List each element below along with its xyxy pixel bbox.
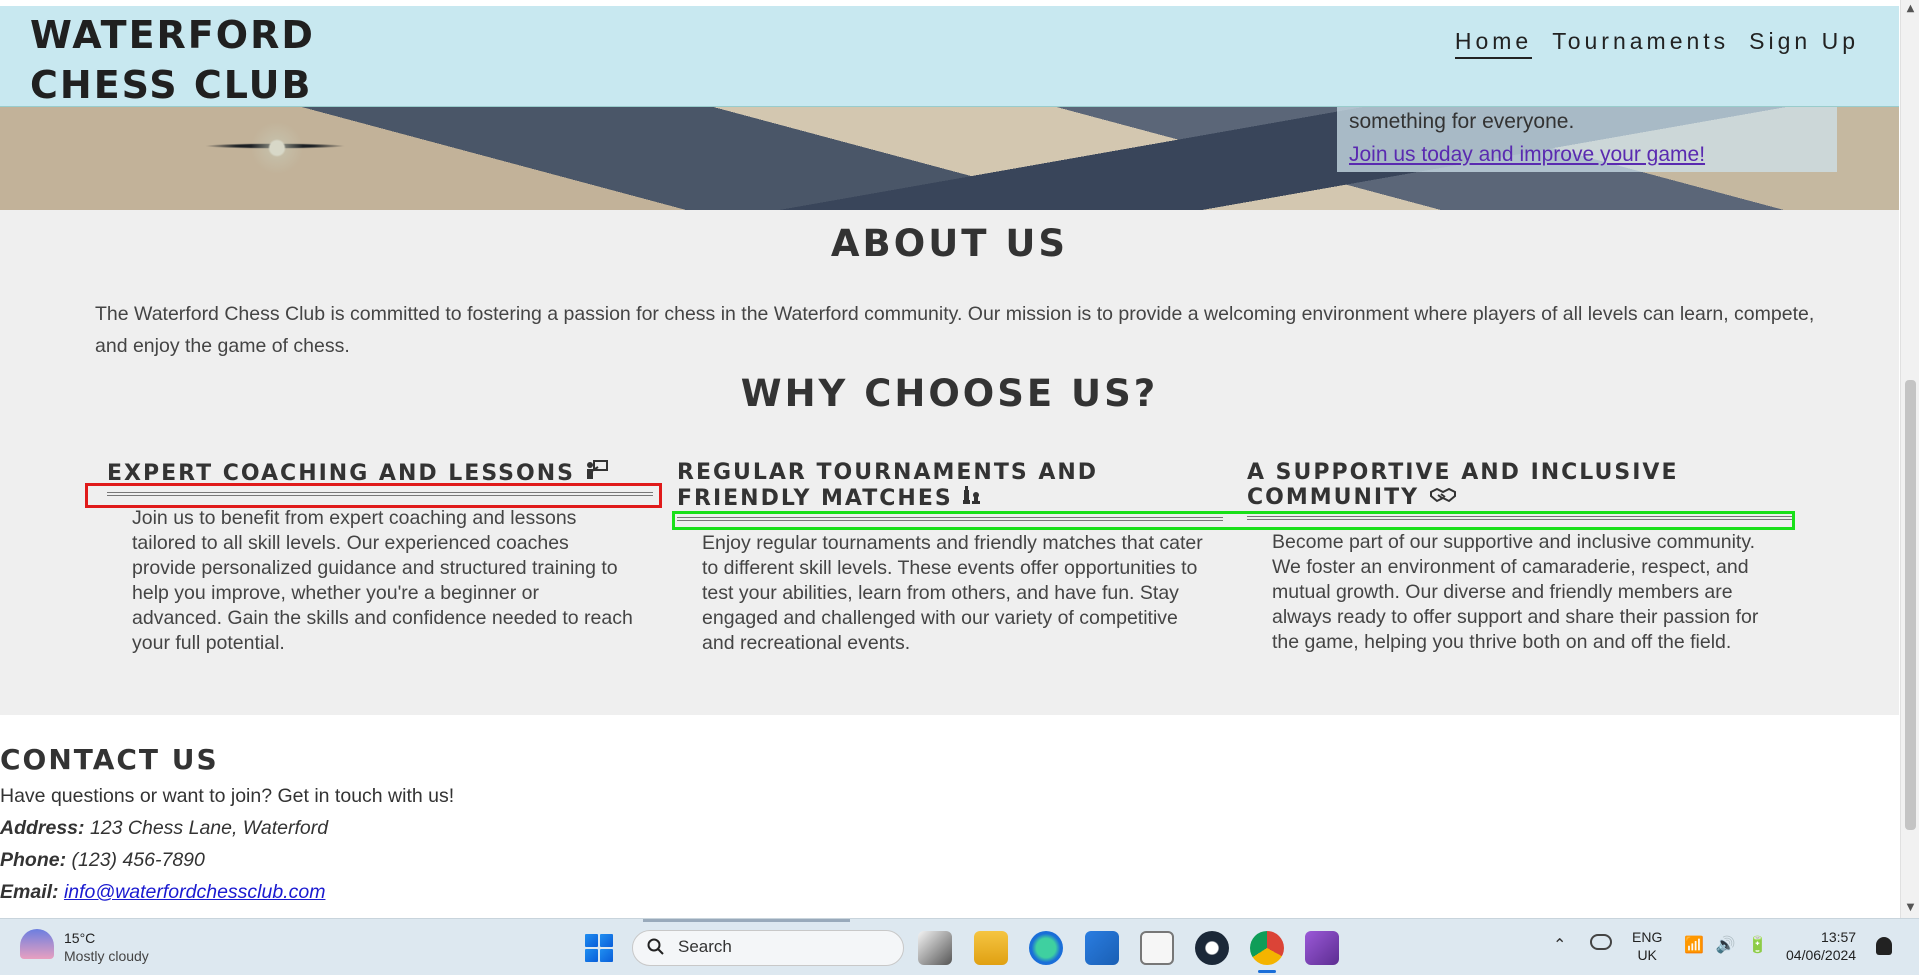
system-tray[interactable]: 📶 🔊 🔋 — [1684, 935, 1768, 954]
weather-widget[interactable]: 15°C Mostly cloudy — [20, 929, 149, 965]
volume-icon[interactable]: 🔊 — [1716, 935, 1736, 954]
steam-icon[interactable] — [1195, 931, 1229, 965]
nav-home-link[interactable]: Home — [1454, 28, 1533, 59]
scroll-thumb[interactable] — [1905, 380, 1916, 830]
system-clock[interactable]: 13:57 04/06/2024 — [1786, 928, 1856, 964]
chrome-icon[interactable] — [1250, 931, 1284, 965]
annotation-box-red — [85, 483, 662, 508]
search-icon — [647, 938, 664, 955]
feature-text: Join us to benefit from expert coaching … — [132, 507, 633, 654]
battery-icon[interactable]: 🔋 — [1748, 935, 1768, 954]
weather-condition: Mostly cloudy — [64, 948, 149, 964]
logo-line-2: CHESS CLUB — [30, 63, 313, 107]
task-view-icon[interactable] — [918, 931, 952, 965]
show-hidden-icons-icon[interactable]: ⌃ — [1553, 935, 1566, 954]
browser-viewport: WATERFORD CHESS CLUB Home Tournaments Si… — [0, 0, 1919, 918]
chrome-active-indicator — [1258, 970, 1276, 973]
main-nav: Home Tournaments Sign Up — [1454, 28, 1859, 59]
logo-line-1: WATERFORD — [30, 13, 315, 57]
scroll-down-arrow-icon[interactable]: ▼ — [1901, 901, 1919, 915]
contact-email: Email: info@waterfordchessclub.com — [0, 881, 326, 903]
contact-phone: Phone: (123) 456-7890 — [0, 849, 205, 871]
taskbar-search[interactable]: Search — [632, 930, 904, 966]
site-logo[interactable]: WATERFORD CHESS CLUB — [30, 10, 315, 110]
site-header: WATERFORD CHESS CLUB Home Tournaments Si… — [0, 6, 1899, 107]
windows-taskbar: 15°C Mostly cloudy Search ⌃ ENG UK 📶 🔊 🔋… — [0, 918, 1919, 975]
why-choose-title: WHY CHOOSE US? — [740, 372, 1159, 415]
search-label: Search — [678, 937, 732, 956]
feature-title: A SUPPORTIVE AND INCLUSIVE COMMUNITY — [1247, 460, 1679, 510]
chess-pieces-icon — [962, 485, 982, 511]
cloudy-weather-icon — [20, 929, 54, 959]
about-section: ABOUT US The Waterford Chess Club is com… — [0, 210, 1899, 715]
vertical-scrollbar[interactable]: ▲ ▼ — [1900, 0, 1919, 918]
feature-text: Become part of our supportive and inclus… — [1272, 531, 1759, 653]
contact-section: CONTACT US Have questions or want to joi… — [0, 740, 1899, 918]
hero-join-link[interactable]: Join us today and improve your game! — [1349, 143, 1705, 166]
feature-community: A SUPPORTIVE AND INCLUSIVE COMMUNITY Bec… — [1247, 460, 1793, 655]
ms-store-icon[interactable] — [1085, 931, 1119, 965]
notepad-icon[interactable] — [1140, 931, 1174, 965]
scroll-up-arrow-icon[interactable]: ▲ — [1901, 2, 1919, 16]
lang-code: ENG — [1632, 929, 1663, 945]
clock-time: 13:57 — [1821, 929, 1857, 945]
email-link[interactable]: info@waterfordchessclub.com — [64, 881, 326, 903]
hero-text-box: something for everyone. Join us today an… — [1337, 106, 1837, 172]
nav-signup-link[interactable]: Sign Up — [1749, 28, 1859, 59]
language-indicator[interactable]: ENG UK — [1632, 928, 1662, 964]
notification-bell-icon[interactable] — [1876, 937, 1892, 955]
lang-region: UK — [1637, 947, 1657, 963]
hero-text: something for everyone. — [1349, 110, 1575, 133]
visual-studio-icon[interactable] — [1305, 931, 1339, 965]
onedrive-icon[interactable] — [1590, 934, 1612, 950]
annotation-box-green — [672, 511, 1795, 530]
nav-tournaments-link[interactable]: Tournaments — [1552, 28, 1729, 59]
clock-date: 04/06/2024 — [1786, 947, 1857, 963]
hero-banner: something for everyone. Join us today an… — [0, 106, 1899, 210]
feature-title: REGULAR TOURNAMENTS AND FRIENDLY MATCHES — [677, 460, 1099, 511]
taskbar-preview-indicator — [643, 919, 850, 922]
web-page: WATERFORD CHESS CLUB Home Tournaments Si… — [0, 0, 1899, 918]
edge-browser-icon[interactable] — [1029, 931, 1063, 965]
feature-text: Enjoy regular tournaments and friendly m… — [702, 532, 1203, 654]
contact-address: Address: 123 Chess Lane, Waterford — [0, 817, 329, 839]
handshake-icon — [1429, 485, 1457, 510]
file-explorer-icon[interactable] — [974, 931, 1008, 965]
about-title: ABOUT US — [830, 222, 1069, 265]
feature-tournaments: REGULAR TOURNAMENTS AND FRIENDLY MATCHES… — [677, 460, 1223, 656]
windows-start-icon[interactable] — [585, 934, 613, 962]
weather-temp: 15°C — [64, 930, 96, 946]
wifi-icon[interactable]: 📶 — [1684, 935, 1704, 954]
contact-title: CONTACT US — [0, 743, 219, 776]
contact-intro: Have questions or want to join? Get in t… — [0, 785, 455, 807]
about-text: The Waterford Chess Club is committed to… — [95, 303, 1815, 357]
